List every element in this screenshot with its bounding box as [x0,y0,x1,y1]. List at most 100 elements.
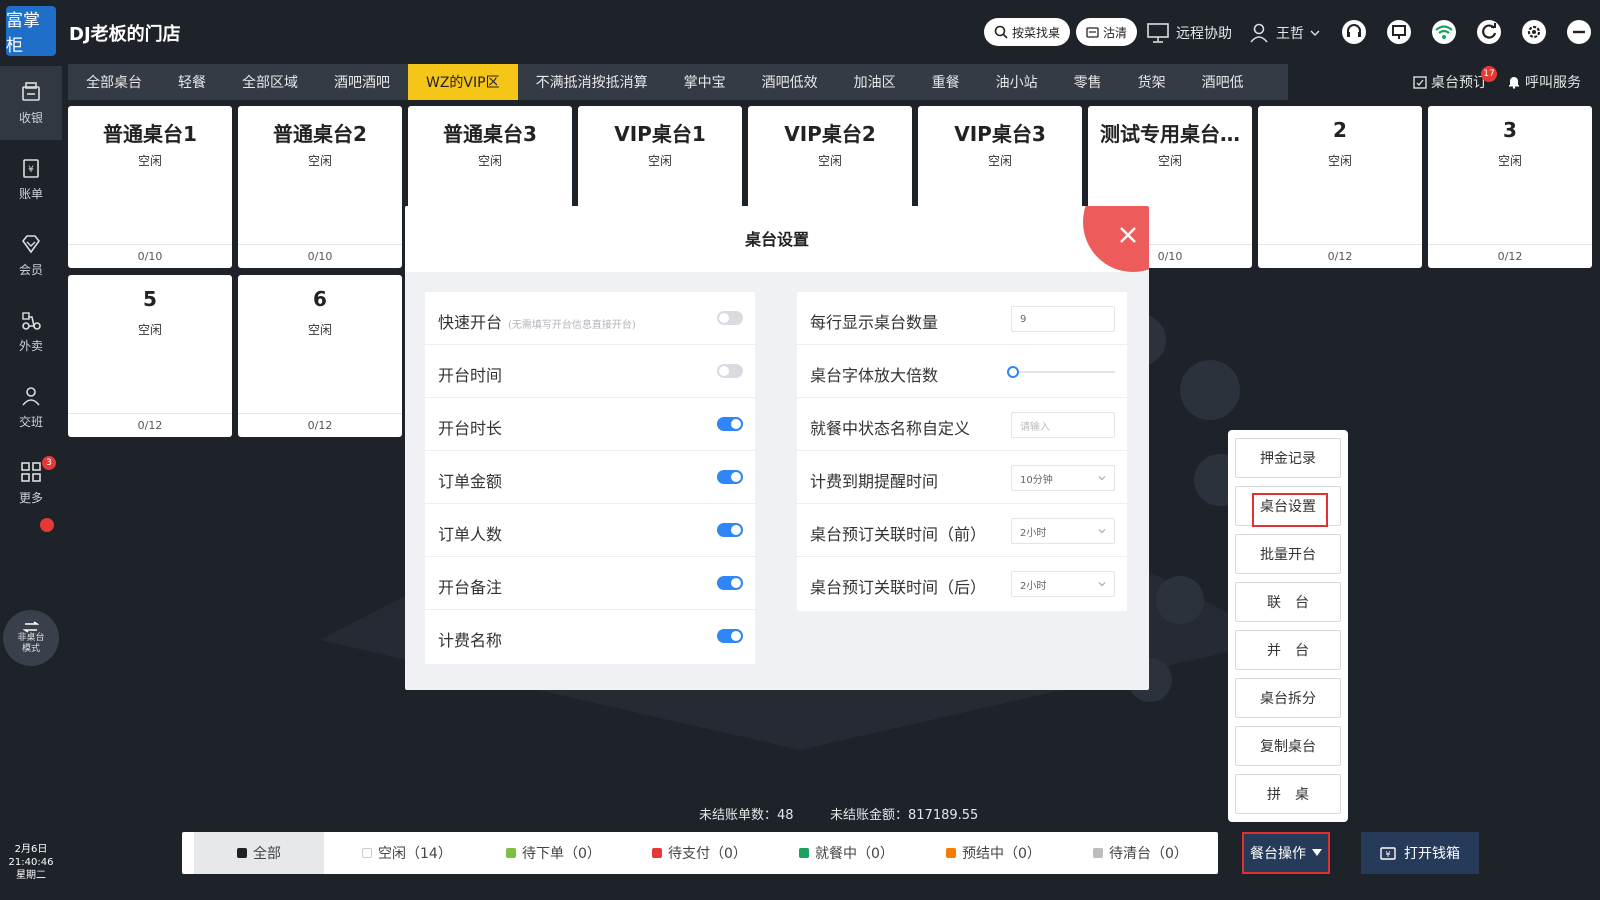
table-ops-button[interactable]: 餐台操作 [1242,832,1330,874]
non-table-mode-button[interactable]: 非桌台 模式 [3,610,59,666]
menu-item-link-tables[interactable]: 联 台 [1235,582,1341,622]
reserve-after-select[interactable]: 2小时 [1011,571,1115,597]
setting-label: 开台备注 [438,578,503,597]
sidebar-item-cashier[interactable]: 收银 [0,66,62,140]
table-status: 空闲 [987,154,1012,168]
slider-knob[interactable] [1007,366,1019,378]
table-card[interactable]: 普通桌台1 空闲 0/10 [68,106,232,268]
open-note-toggle[interactable] [717,576,743,590]
open-duration-toggle[interactable] [717,417,743,431]
tab-bar[interactable]: 酒吧酒吧 [316,64,408,100]
setting-row: 就餐中状态名称自定义 请输入 [797,398,1127,451]
tab-all-tables[interactable]: 全部桌台 [68,64,160,100]
screen-icon[interactable] [1385,18,1413,46]
order-guests-toggle[interactable] [717,523,743,537]
sidebar-item-bill[interactable]: ¥ 账单 [0,142,62,216]
clear-button[interactable]: 沽清 [1076,18,1138,46]
svg-text:¥: ¥ [1385,850,1390,859]
reserve-before-select[interactable]: 2小时 [1011,518,1115,544]
sidebar-item-shift[interactable]: 交班 [0,370,62,444]
swap-icon [23,621,39,633]
tab-shelf[interactable]: 货架 [1120,64,1184,100]
sidebar-item-label: 更多 [18,490,43,505]
open-time-toggle[interactable] [717,364,743,378]
minimize-icon[interactable] [1565,18,1593,46]
table-status: 空闲 [307,154,332,168]
sidebar-item-takeout[interactable]: 外卖 [0,294,62,368]
table-name: 3 [1503,118,1517,142]
table-card[interactable]: 2 空闲 0/12 [1258,106,1422,268]
time: 21:40:46 [8,857,54,868]
filter-pre-settle[interactable]: 预结中（0） [946,832,1041,874]
table-name: 普通桌台3 [443,122,537,146]
setting-label: 订单人数 [438,525,503,544]
open-cash-drawer-label: 打开钱箱 [1404,846,1460,862]
tab-wz-vip[interactable]: WZ的VIP区 [408,64,518,100]
filter-all[interactable]: 全部 [194,832,324,874]
menu-item-deposit-records[interactable]: 押金记录 [1235,438,1341,478]
filter-idle[interactable]: 空闲（14） [362,832,452,874]
menu-item-table-settings[interactable]: 桌台设置 [1235,486,1341,527]
font-scale-slider[interactable] [1007,366,1115,378]
menu-item-merge-tables[interactable]: 并 台 [1235,630,1341,670]
member-icon [21,234,41,253]
headset-icon[interactable] [1340,18,1368,46]
open-cash-drawer-button[interactable]: ¥ 打开钱箱 [1361,832,1479,874]
filter-pending-clear[interactable]: 待清台（0） [1093,832,1188,874]
date: 2月6日 [14,844,48,855]
reserve-button[interactable]: 桌台预订 [1413,72,1487,92]
table-card[interactable]: 5 空闲 0/12 [68,275,232,437]
wifi-icon[interactable] [1430,18,1458,46]
store-name: DJ老板的门店 [69,24,181,45]
close-icon[interactable] [1113,220,1143,250]
select-value: 2小时 [1020,580,1047,592]
filter-pending-order[interactable]: 待下单（0） [506,832,601,874]
gear-icon[interactable] [1520,18,1548,46]
order-amount-toggle[interactable] [717,470,743,484]
filter-pending-payment[interactable]: 待支付（0） [652,832,747,874]
mode-label-1: 非桌台 [17,633,45,643]
tab-bar-low-2[interactable]: 酒吧低 [1184,64,1262,100]
sidebar-item-member[interactable]: 会员 [0,218,62,292]
cashier-icon [22,81,40,101]
menu-item-split-table[interactable]: 桌台拆分 [1235,678,1341,718]
tab-heavy-meal[interactable]: 重餐 [914,64,978,100]
clear-icon [1086,26,1099,38]
menu-item-batch-open[interactable]: 批量开台 [1235,534,1341,574]
search-dish-button[interactable]: 按菜找桌 [984,18,1071,46]
billing-name-toggle[interactable] [717,629,743,643]
setting-row: 开台备注 [425,557,755,610]
setting-row: 桌台字体放大倍数 [797,345,1127,398]
tables-per-row-input[interactable]: 9 [1011,306,1115,332]
setting-row: 快速开台 (无需填写开台信息直接开台) [425,292,755,345]
refresh-icon[interactable] [1475,18,1503,46]
tab-fuel[interactable]: 加油区 [836,64,914,100]
tab-light-meal[interactable]: 轻餐 [160,64,224,100]
table-status: 空闲 [1157,154,1182,168]
billing-reminder-select[interactable]: 10分钟 [1011,465,1115,491]
call-service-button[interactable]: 呼叫服务 [1507,72,1581,92]
tab-zhangzhongbao[interactable]: 掌中宝 [666,64,744,100]
tab-offset[interactable]: 不满抵消按抵消算 [518,64,666,100]
filter-dining[interactable]: 就餐中（0） [799,832,894,874]
tab-bar-low[interactable]: 酒吧低效 [744,64,836,100]
sidebar-item-label: 会员 [18,262,43,277]
filter-label: 就餐中（0） [815,846,894,862]
dining-status-name-input[interactable]: 请输入 [1011,412,1115,438]
table-card[interactable]: 普通桌台2 空闲 0/10 [238,106,402,268]
quick-open-toggle[interactable] [717,311,743,325]
setting-label: 每行显示桌台数量 [810,313,939,332]
display-options-panel: 每行显示桌台数量 9 桌台字体放大倍数 就餐中状态名称自定义 请输入 计费到期提… [797,292,1127,611]
table-card[interactable]: 3 空闲 0/12 [1428,106,1592,268]
tab-all-areas[interactable]: 全部区域 [224,64,316,100]
table-card[interactable]: 6 空闲 0/12 [238,275,402,437]
tab-oil-station[interactable]: 油小站 [978,64,1056,100]
menu-item-copy-table[interactable]: 复制桌台 [1235,726,1341,766]
menu-item-join-tables[interactable]: 拼 桌 [1235,774,1341,814]
remote-help-button[interactable]: 远程协助 [1146,22,1232,44]
status-dot [946,848,956,858]
setting-label: 计费到期提醒时间 [810,472,939,491]
tab-retail[interactable]: 零售 [1056,64,1120,100]
setting-row: 计费到期提醒时间 10分钟 [797,451,1127,504]
user-menu[interactable]: 王哲 [1248,22,1320,44]
